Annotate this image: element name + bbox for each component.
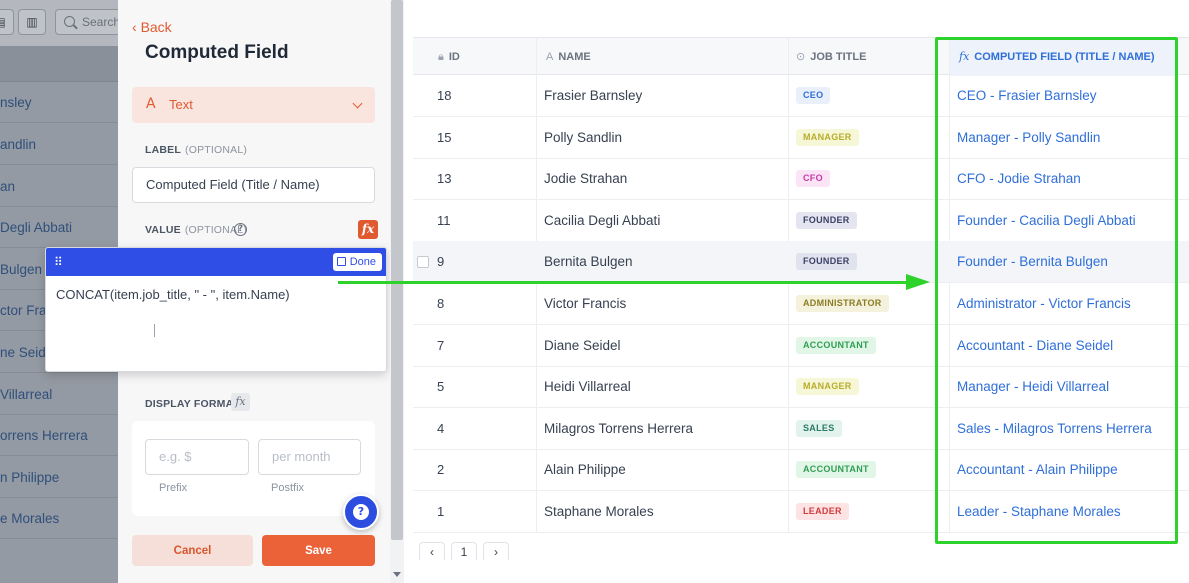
cell-id: 1 bbox=[437, 504, 445, 519]
cell-id: 4 bbox=[437, 420, 445, 436]
display-format-label: DISPLAY FORMAT bbox=[145, 398, 240, 410]
cell-name: Cacilia Degli Abbati bbox=[544, 212, 661, 228]
cell-id: 13 bbox=[437, 171, 452, 187]
cell-id: 11 bbox=[437, 212, 451, 228]
postfix-input[interactable]: per month bbox=[258, 439, 361, 475]
text-cursor bbox=[154, 324, 155, 337]
cell-name: Alain Philippe bbox=[544, 462, 626, 478]
cell-name: Polly Sandlin bbox=[544, 129, 623, 145]
cell-name: Diane Seidel bbox=[544, 337, 621, 353]
help-bubble-button[interactable]: ? bbox=[343, 494, 379, 530]
column-header-job-title[interactable]: ⊙ JOB TITLE bbox=[796, 38, 866, 76]
cell-name: Heidi Villarreal bbox=[544, 379, 631, 395]
job-title-badge: CEO bbox=[796, 87, 831, 104]
cell-id: 18 bbox=[437, 88, 452, 103]
background-row: andlin bbox=[0, 124, 118, 165]
job-title-badge: ACCOUNTANT bbox=[796, 461, 876, 479]
background-row: an bbox=[0, 166, 118, 207]
done-label: Done bbox=[349, 256, 376, 268]
job-title-badge: FOUNDER bbox=[796, 253, 857, 271]
back-label: Back bbox=[140, 19, 172, 35]
background-row: e Morales bbox=[0, 498, 118, 539]
cancel-button[interactable]: Cancel bbox=[132, 535, 253, 566]
prefix-caption: Prefix bbox=[159, 482, 188, 494]
text-type-icon: A bbox=[546, 51, 554, 63]
drag-handle-icon[interactable]: ⠿ bbox=[54, 255, 63, 269]
save-icon bbox=[336, 257, 346, 266]
cell-name: Frasier Barnsley bbox=[544, 88, 643, 103]
job-title-badge: MANAGER bbox=[796, 378, 859, 396]
table-footer bbox=[404, 548, 1189, 583]
row-checkbox[interactable] bbox=[417, 256, 429, 269]
background-toolbar: ▤ ▥ Search bbox=[0, 0, 118, 46]
job-title-badge: FOUNDER bbox=[796, 211, 857, 229]
background-row: orrens Herrera bbox=[0, 415, 118, 456]
job-title-badge: ADMINISTRATOR bbox=[796, 295, 889, 312]
background-header-row bbox=[0, 46, 118, 82]
lock-icon: 🔒︎ bbox=[438, 51, 444, 63]
job-title-badge: MANAGER bbox=[796, 128, 859, 146]
cell-name: Victor Francis bbox=[544, 296, 627, 311]
save-button[interactable]: Save bbox=[262, 535, 375, 566]
scroll-down-arrow-icon[interactable] bbox=[393, 572, 401, 577]
job-title-badge: LEADER bbox=[796, 503, 849, 520]
display-format-formula-button[interactable]: fx bbox=[231, 393, 250, 411]
help-icon: ? bbox=[353, 504, 369, 520]
formula-toggle-button[interactable]: fx bbox=[358, 220, 378, 239]
cell-id: 9 bbox=[437, 254, 445, 270]
chevron-left-icon: ‹ bbox=[132, 19, 137, 35]
columns-icon: ▥ bbox=[18, 9, 46, 35]
formula-editor-header: ⠿ Done bbox=[46, 248, 386, 276]
value-field-label: VALUE (OPTIONAL) bbox=[145, 224, 247, 236]
layout-icon: ▤ bbox=[0, 9, 14, 35]
pagination-prev-button[interactable]: ‹ bbox=[419, 542, 445, 560]
background-row: Degli Abbati bbox=[0, 207, 118, 248]
label-field-label: LABEL (OPTIONAL) bbox=[145, 144, 248, 156]
cell-id: 7 bbox=[437, 337, 445, 353]
column-header-id[interactable]: 🔒︎ ID bbox=[438, 38, 460, 76]
help-circle-icon[interactable]: ? bbox=[234, 223, 247, 236]
column-header-name[interactable]: A NAME bbox=[546, 38, 591, 76]
pagination-page-button[interactable]: 1 bbox=[451, 542, 477, 560]
cell-id: 8 bbox=[437, 296, 445, 311]
field-type-label: Text bbox=[169, 97, 193, 112]
display-format-box: e.g. $ per month Prefix Postfix bbox=[132, 421, 375, 516]
cell-id: 15 bbox=[437, 129, 452, 145]
background-row: nsley bbox=[0, 82, 118, 123]
done-button[interactable]: Done bbox=[332, 253, 382, 271]
chevron-down-icon bbox=[352, 98, 363, 109]
background-row: n Philippe bbox=[0, 457, 118, 498]
cell-name: Bernita Bulgen bbox=[544, 254, 633, 270]
label-input[interactable]: Computed Field (Title / Name) bbox=[132, 167, 375, 203]
drawer-scrollbar-thumb[interactable] bbox=[391, 0, 403, 540]
background-row: Villarreal bbox=[0, 374, 118, 415]
cell-id: 5 bbox=[437, 379, 445, 395]
job-title-badge: CFO bbox=[796, 170, 830, 188]
search-icon bbox=[64, 16, 75, 27]
text-type-icon: A bbox=[146, 96, 156, 112]
cell-id: 2 bbox=[437, 462, 445, 478]
drawer-title: Computed Field bbox=[145, 42, 289, 63]
background-search-input: Search bbox=[55, 9, 118, 35]
formula-editor-popup: ⠿ Done CONCAT(item.job_title, " - ", ite… bbox=[45, 247, 387, 372]
back-link[interactable]: ‹ Back bbox=[132, 19, 172, 35]
cell-name: Milagros Torrens Herrera bbox=[544, 420, 694, 436]
job-title-badge: ACCOUNTANT bbox=[796, 336, 876, 354]
cell-name: Staphane Morales bbox=[544, 504, 654, 519]
postfix-caption: Postfix bbox=[271, 482, 305, 494]
annotation-highlight-box bbox=[935, 37, 1178, 544]
formula-textarea[interactable]: CONCAT(item.job_title, " - ", item.Name) bbox=[56, 287, 290, 302]
annotation-arrow-head bbox=[906, 274, 930, 290]
job-title-badge: SALES bbox=[796, 419, 842, 437]
pagination-next-button[interactable]: › bbox=[483, 542, 509, 560]
prefix-input[interactable]: e.g. $ bbox=[145, 439, 249, 475]
field-type-select[interactable]: A Text bbox=[132, 87, 375, 123]
select-type-icon: ⊙ bbox=[796, 51, 806, 63]
cell-name: Jodie Strahan bbox=[544, 171, 628, 187]
annotation-arrow-line bbox=[338, 281, 910, 284]
